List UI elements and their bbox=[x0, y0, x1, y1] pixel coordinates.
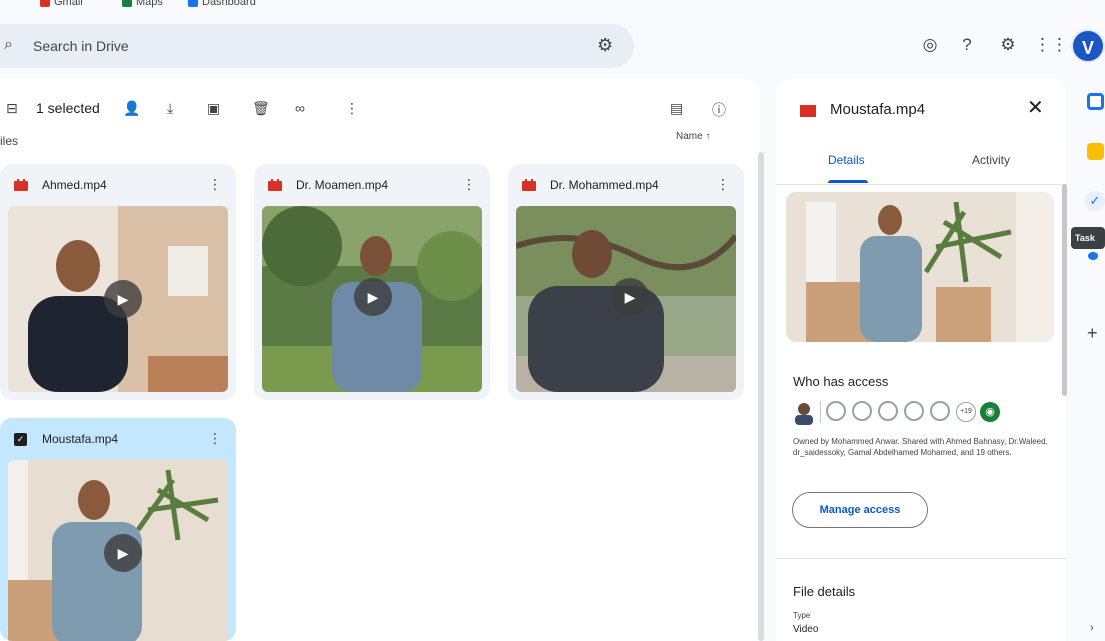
offline-status-icon[interactable]: ◎ bbox=[918, 33, 942, 57]
calendar-icon[interactable] bbox=[1087, 93, 1104, 110]
file-details-heading: File details bbox=[793, 584, 856, 599]
file-name: Dr. Moamen.mp4 bbox=[296, 178, 389, 192]
apps-grid-icon[interactable]: ⋮⋮ bbox=[1034, 33, 1068, 57]
file-card-dr-mohammed[interactable]: Dr. Mohammed.mp4 ⋮ ▶ bbox=[508, 164, 744, 400]
gmail-icon bbox=[40, 0, 50, 7]
search-options-icon[interactable]: ⚙ bbox=[597, 35, 613, 56]
search-bar[interactable]: ⌕ Search in Drive ⚙ bbox=[0, 24, 634, 68]
owner-avatar bbox=[795, 403, 813, 425]
type-label: Type bbox=[793, 611, 811, 620]
video-thumbnail[interactable]: ▶ bbox=[8, 460, 228, 641]
keep-icon[interactable] bbox=[1087, 143, 1104, 160]
selection-count: 1 selected bbox=[36, 100, 100, 116]
avatar-divider bbox=[820, 401, 821, 423]
file-card-moustafa[interactable]: ✓ Moustafa.mp4 ⋮ ▶ bbox=[0, 418, 236, 641]
download-icon[interactable]: ⤓ bbox=[167, 100, 173, 117]
card-header: ✓ Moustafa.mp4 ⋮ bbox=[0, 418, 236, 462]
file-name: Ahmed.mp4 bbox=[42, 178, 107, 192]
avatar-icon bbox=[826, 401, 846, 421]
contacts-icon[interactable] bbox=[1088, 252, 1098, 260]
file-name: Dr. Mohammed.mp4 bbox=[550, 178, 659, 192]
tasks-tooltip: Task bbox=[1071, 227, 1105, 249]
video-thumbnail[interactable]: ▶ bbox=[262, 206, 482, 392]
add-apps-icon[interactable]: + bbox=[1087, 323, 1098, 344]
bookmark-gmail[interactable]: Gmail bbox=[40, 0, 83, 8]
file-card-ahmed[interactable]: Ahmed.mp4 ⋮ ▶ bbox=[0, 164, 236, 400]
video-thumbnail[interactable]: ▶ bbox=[8, 206, 228, 392]
globe-icon: ◉ bbox=[980, 402, 1000, 422]
bookmarks-bar: Gmail Maps Dashboard bbox=[0, 0, 1105, 12]
card-header: Ahmed.mp4 ⋮ bbox=[0, 164, 236, 208]
tasks-icon[interactable]: ✓ bbox=[1085, 191, 1105, 211]
avatar-icon bbox=[852, 401, 872, 421]
panel-scrollbar[interactable] bbox=[1062, 184, 1067, 396]
divider bbox=[776, 184, 1066, 185]
preview-thumbnail[interactable] bbox=[786, 192, 1054, 342]
info-icon[interactable]: ⓘ bbox=[712, 100, 726, 120]
avatar-icon bbox=[904, 401, 924, 421]
video-file-icon bbox=[268, 179, 282, 191]
more-options-icon[interactable]: ⋮ bbox=[462, 176, 476, 193]
dashboard-icon bbox=[188, 0, 198, 7]
more-options-icon[interactable]: ⋮ bbox=[208, 430, 222, 447]
copy-link-icon[interactable]: ∞ bbox=[295, 100, 305, 116]
help-icon[interactable]: ? bbox=[955, 33, 979, 57]
share-icon[interactable]: 👤 bbox=[123, 100, 140, 117]
bookmark-maps[interactable]: Maps bbox=[122, 0, 163, 8]
active-tab-indicator bbox=[828, 180, 868, 183]
chevron-right-icon[interactable]: › bbox=[1090, 622, 1094, 634]
close-icon[interactable]: ✕ bbox=[1027, 95, 1044, 120]
more-options-icon[interactable]: ⋮ bbox=[716, 176, 730, 193]
avatar-icon bbox=[878, 401, 898, 421]
file-card-dr-moamen[interactable]: Dr. Moamen.mp4 ⋮ ▶ bbox=[254, 164, 490, 400]
avatar-icon bbox=[930, 401, 950, 421]
video-file-icon bbox=[14, 179, 28, 191]
search-input[interactable]: Search in Drive bbox=[33, 38, 129, 54]
details-panel: Moustafa.mp4 ✕ Details Activity Who has … bbox=[776, 78, 1066, 641]
preview-image bbox=[786, 192, 1054, 342]
sort-by-name[interactable]: Name ↑ bbox=[676, 131, 710, 142]
card-header: Dr. Moamen.mp4 ⋮ bbox=[254, 164, 490, 208]
tab-details[interactable]: Details bbox=[828, 153, 865, 167]
main-scrollbar[interactable] bbox=[758, 152, 764, 641]
play-icon[interactable]: ▶ bbox=[104, 534, 142, 572]
file-browser: ⊟ 1 selected 👤 ⤓ ▣ 🗑 ∞ ⋮ ▤ ⓘ iles Name ↑… bbox=[0, 78, 760, 641]
video-thumbnail[interactable]: ▶ bbox=[516, 206, 736, 392]
deselect-icon[interactable]: ⊟ bbox=[6, 100, 18, 117]
type-value: Video bbox=[793, 624, 819, 635]
manage-access-button[interactable]: Manage access bbox=[792, 492, 928, 528]
play-icon[interactable]: ▶ bbox=[354, 278, 392, 316]
panel-title: Moustafa.mp4 bbox=[830, 101, 926, 118]
delete-icon[interactable]: 🗑 bbox=[252, 100, 270, 117]
more-options-icon[interactable]: ⋮ bbox=[208, 176, 222, 193]
file-name: Moustafa.mp4 bbox=[42, 432, 119, 446]
video-file-icon bbox=[522, 179, 536, 191]
grid-view-icon[interactable]: ▤ bbox=[670, 100, 683, 117]
bookmark-dashboard[interactable]: Dashboard bbox=[188, 0, 256, 8]
settings-icon[interactable]: ⚙ bbox=[996, 33, 1020, 57]
more-actions-icon[interactable]: ⋮ bbox=[345, 100, 359, 117]
owner-description: Owned by Mohammed Anwar. Shared with Ahm… bbox=[793, 437, 1048, 457]
search-icon[interactable]: ⌕ bbox=[4, 36, 13, 54]
files-heading: iles bbox=[0, 134, 19, 148]
video-file-icon bbox=[800, 105, 816, 117]
card-header: Dr. Mohammed.mp4 ⋮ bbox=[508, 164, 744, 208]
play-icon[interactable]: ▶ bbox=[104, 280, 142, 318]
tab-activity[interactable]: Activity bbox=[972, 153, 1010, 167]
maps-icon bbox=[122, 0, 132, 7]
move-icon[interactable]: ▣ bbox=[207, 100, 220, 117]
account-avatar[interactable]: V bbox=[1071, 29, 1105, 63]
more-users-count: +19 bbox=[956, 402, 976, 422]
selection-toolbar: ⊟ 1 selected 👤 ⤓ ▣ 🗑 ∞ ⋮ ▤ ⓘ bbox=[0, 78, 760, 118]
divider bbox=[776, 558, 1066, 559]
access-avatars[interactable]: +19 ◉ bbox=[793, 401, 1053, 425]
play-icon[interactable]: ▶ bbox=[611, 278, 649, 316]
who-has-access-heading: Who has access bbox=[793, 374, 889, 389]
checkbox-checked-icon[interactable]: ✓ bbox=[14, 433, 27, 446]
